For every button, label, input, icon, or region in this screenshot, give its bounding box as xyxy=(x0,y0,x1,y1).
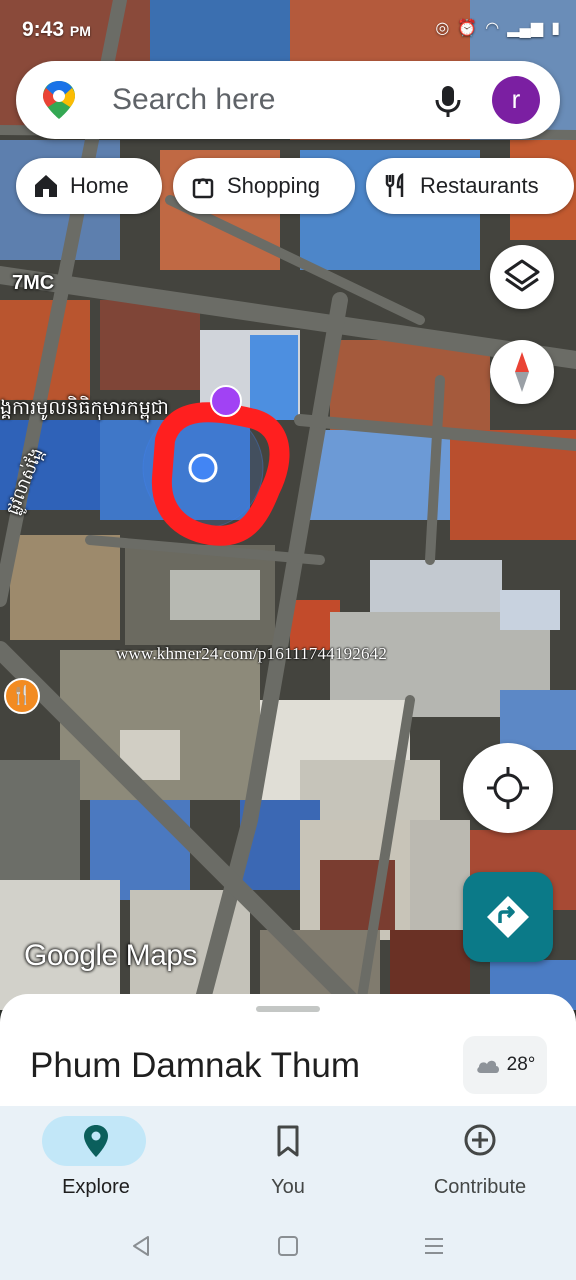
chip-shopping-label: Shopping xyxy=(227,173,320,198)
status-icons: ◎ ⏰ ◠ ▂▄▆ ▮ xyxy=(435,18,560,38)
status-bar: 9:43 PM ◎ ⏰ ◠ ▂▄▆ ▮ xyxy=(0,0,576,60)
layers-button[interactable] xyxy=(490,245,554,309)
google-maps-pin-icon xyxy=(43,81,75,119)
bottom-navigation: Explore You Contribute xyxy=(0,1106,576,1210)
signal-icon: ▂▄▆ xyxy=(507,20,544,37)
status-time: 9:43 PM xyxy=(22,18,91,42)
home-button-icon[interactable] xyxy=(277,1235,299,1257)
map-label-khmer-org[interactable]: ង្គការមូលនិធិកុមារកម្ពុជា xyxy=(0,396,169,424)
drag-handle[interactable] xyxy=(256,1006,320,1012)
watermark: www.khmer24.com/p16111744192642 xyxy=(116,644,388,663)
status-time-value: 9:43 xyxy=(22,18,65,41)
back-icon[interactable] xyxy=(130,1235,152,1257)
explore-pin-icon xyxy=(84,1125,108,1157)
google-maps-logo: Google Maps xyxy=(24,939,197,972)
profile-avatar[interactable]: r xyxy=(492,76,540,124)
crosshair-icon xyxy=(487,767,529,809)
nav-you-label: You xyxy=(271,1176,305,1198)
weather-badge[interactable]: 28° xyxy=(463,1036,547,1094)
satellite-imagery xyxy=(0,0,576,1010)
search-placeholder[interactable]: Search here xyxy=(112,83,275,117)
microphone-icon[interactable] xyxy=(428,81,468,121)
chip-restaurants[interactable]: Restaurants xyxy=(366,158,574,214)
search-bar[interactable]: Search here r xyxy=(16,61,560,139)
location-icon: ◎ xyxy=(435,20,450,37)
system-navigation-bar xyxy=(0,1210,576,1280)
layers-icon xyxy=(504,259,540,292)
directions-icon xyxy=(487,896,529,938)
temperature-text: 28° xyxy=(506,1054,536,1075)
add-circle-icon xyxy=(464,1124,496,1156)
chip-shopping[interactable]: Shopping xyxy=(173,158,355,214)
shopping-poi-icon[interactable] xyxy=(210,385,242,417)
bookmark-icon xyxy=(277,1125,299,1157)
nav-contribute[interactable]: Contribute xyxy=(384,1106,576,1210)
my-location-button[interactable] xyxy=(463,743,553,833)
fork-knife-icon xyxy=(385,172,404,197)
status-meridiem: PM xyxy=(69,23,91,39)
my-location-dot xyxy=(188,453,218,483)
chip-restaurants-label: Restaurants xyxy=(420,173,539,198)
restaurant-poi-icon[interactable]: 🍴 xyxy=(4,678,40,714)
nav-contribute-label: Contribute xyxy=(433,1176,527,1198)
battery-icon: ▮ xyxy=(551,20,560,37)
place-title: Phum Damnak Thum xyxy=(30,1046,361,1085)
directions-button[interactable] xyxy=(463,872,553,962)
alarm-icon: ⏰ xyxy=(457,20,478,37)
nav-explore-label: Explore xyxy=(62,1176,130,1198)
shopping-bag-icon xyxy=(192,178,214,199)
compass-button[interactable] xyxy=(490,340,554,404)
cloud-icon xyxy=(476,1060,499,1073)
chip-home[interactable]: Home xyxy=(16,158,162,214)
nav-you[interactable]: You xyxy=(192,1106,384,1210)
compass-icon xyxy=(515,352,529,392)
chip-home-label: Home xyxy=(70,173,129,198)
recents-menu-icon[interactable] xyxy=(423,1235,445,1257)
road-label-7mc: 7MC xyxy=(12,272,55,294)
wifi-icon: ◠ xyxy=(485,20,500,37)
nav-explore[interactable]: Explore xyxy=(0,1106,192,1210)
home-icon xyxy=(35,175,57,197)
satellite-map[interactable]: 7MC ង្គការមូលនិធិកុមារកម្ពុជា ផ្លូវលាស់ង… xyxy=(0,0,576,1010)
